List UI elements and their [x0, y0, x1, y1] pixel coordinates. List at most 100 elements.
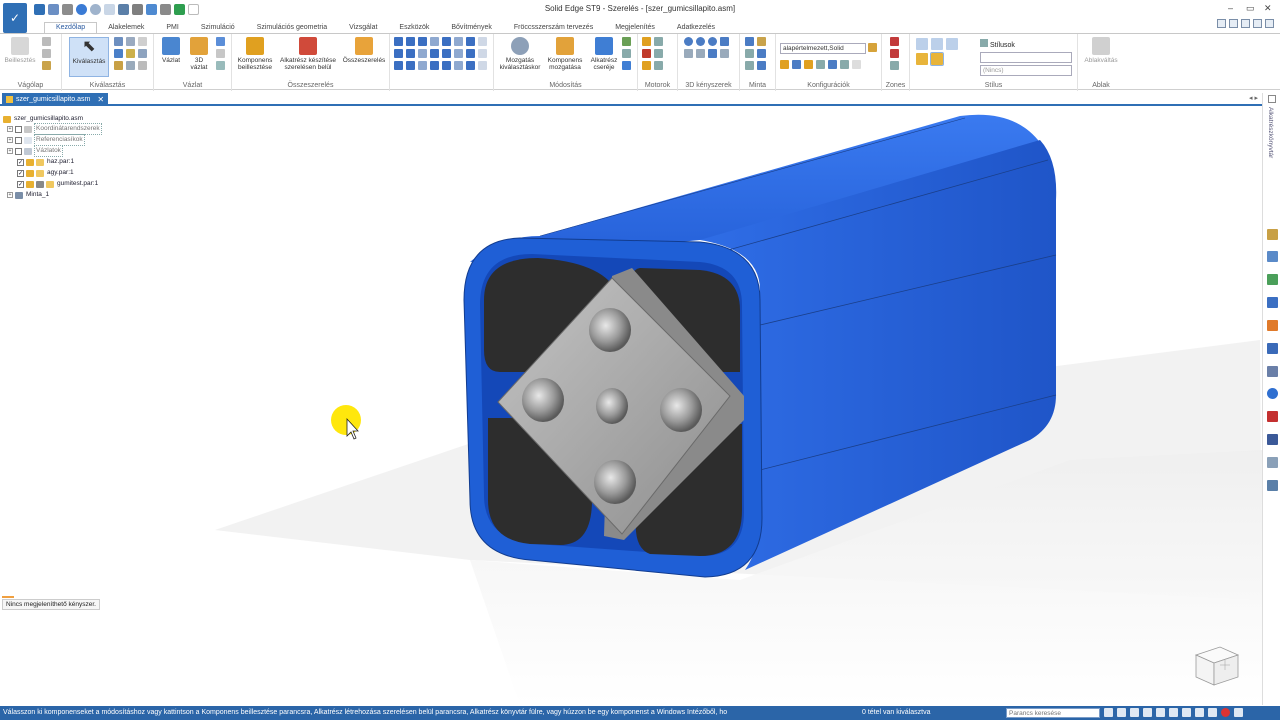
fit-icon[interactable]: [1143, 708, 1152, 717]
path-icon[interactable]: [418, 49, 427, 58]
select-mode-icon[interactable]: [126, 37, 135, 46]
flash-fit-icon[interactable]: [394, 61, 403, 70]
constraint-7-icon[interactable]: [708, 49, 717, 58]
config-7-icon[interactable]: [852, 60, 861, 69]
command-search-input[interactable]: [1006, 708, 1100, 718]
tab-alakelemek[interactable]: Alakelemek: [97, 23, 155, 33]
tree-item[interactable]: ✓ haz.par:1: [17, 157, 75, 167]
question-icon[interactable]: [1267, 388, 1278, 399]
format-icon[interactable]: [42, 61, 51, 70]
tree-item[interactable]: + Vázlatok: [7, 145, 63, 157]
tab-szimulacios-geometria[interactable]: Szimulációs geometria: [246, 23, 338, 33]
document-nav[interactable]: ◂ ▸: [1249, 94, 1258, 102]
constraint-icon[interactable]: [684, 37, 693, 46]
print-icon[interactable]: [62, 3, 73, 15]
tab-megjelenites[interactable]: Megjelenítés: [604, 23, 666, 33]
refresh-icon[interactable]: [138, 61, 147, 70]
redo-icon[interactable]: [90, 3, 101, 15]
tab-kezdolap[interactable]: Kezdőlap: [44, 22, 98, 33]
rotate-icon[interactable]: [1169, 708, 1178, 717]
gear-icon[interactable]: [406, 49, 415, 58]
pattern-2-icon[interactable]: [745, 61, 754, 70]
rigid-set-icon[interactable]: [454, 49, 463, 58]
rss-icon[interactable]: [1267, 320, 1278, 331]
ground-icon[interactable]: [442, 49, 451, 58]
help-panel-icon[interactable]: [1267, 297, 1278, 308]
visibility-checkbox[interactable]: ✓: [17, 169, 24, 177]
close-tab-icon[interactable]: ✕: [97, 95, 104, 104]
configuration-select[interactable]: alapértelmezett,Solid: [780, 43, 866, 54]
maximize-button[interactable]: ▭: [1246, 3, 1255, 14]
facebook-icon[interactable]: [1267, 434, 1278, 445]
graphics-viewport[interactable]: [0, 107, 1262, 705]
view-icon[interactable]: [1182, 708, 1191, 717]
tangent-icon[interactable]: [478, 37, 487, 46]
pattern-icon[interactable]: [745, 37, 754, 46]
minimize-button[interactable]: –: [1228, 3, 1233, 13]
relation-4-icon[interactable]: [430, 61, 439, 70]
relation-options-icon[interactable]: [478, 49, 487, 58]
parallel-icon[interactable]: [442, 37, 451, 46]
styles-button[interactable]: Stílusok: [980, 39, 1015, 49]
config-5-icon[interactable]: [828, 60, 837, 69]
modify-tool-2-icon[interactable]: [622, 49, 631, 58]
pattern-3-icon[interactable]: [757, 61, 766, 70]
view-style-2-icon[interactable]: [931, 38, 943, 50]
minimize-ribbon-icon[interactable]: [1241, 19, 1250, 28]
settings-panel-icon[interactable]: [1267, 480, 1278, 491]
relation-3-icon[interactable]: [418, 61, 427, 70]
select-button[interactable]: ⬉ Kiválasztás: [69, 37, 109, 77]
mate-icon[interactable]: [394, 37, 403, 46]
drag-component-button[interactable]: Mozgatás kiválasztáskor: [496, 37, 544, 71]
config-1-icon[interactable]: [780, 60, 789, 69]
view-style-1-icon[interactable]: [916, 38, 928, 50]
save-as-icon[interactable]: [48, 3, 59, 15]
sync-icon[interactable]: [174, 3, 185, 15]
relation-6-icon[interactable]: [454, 61, 463, 70]
customize-qat-icon[interactable]: [188, 3, 199, 15]
zoom-icon[interactable]: [1130, 708, 1139, 717]
planar-align-icon[interactable]: [406, 37, 415, 46]
config-3-icon[interactable]: [804, 60, 813, 69]
sketch-3d-button[interactable]: 3D vázlat: [186, 37, 212, 71]
modify-tool-3-icon[interactable]: [622, 61, 631, 70]
select-filter-icon[interactable]: [114, 37, 123, 46]
properties-icon[interactable]: [132, 3, 143, 15]
switch-window-button[interactable]: Ablakváltás: [1082, 37, 1120, 64]
constraint-3-icon[interactable]: [708, 37, 717, 46]
layers-icon[interactable]: [1267, 251, 1278, 262]
center-plane-icon[interactable]: [466, 49, 475, 58]
toggle-icon[interactable]: [126, 61, 135, 70]
config-2-icon[interactable]: [792, 60, 801, 69]
create-part-in-place-button[interactable]: Alkatrész készítése szerelésen belül: [277, 37, 339, 71]
record-icon[interactable]: [1221, 708, 1230, 717]
shaded-edges-icon[interactable]: [930, 52, 944, 66]
sketch-tool-icon[interactable]: [216, 37, 225, 46]
app-menu-button[interactable]: ✓: [3, 3, 27, 33]
match-cs-icon[interactable]: [430, 49, 439, 58]
axial-align-icon[interactable]: [418, 37, 427, 46]
new-document-icon[interactable]: [104, 3, 115, 15]
tree-item[interactable]: ✓ agy.par:1: [17, 168, 75, 178]
zoom-area-icon[interactable]: [1117, 708, 1126, 717]
nav-cube-icon[interactable]: [1194, 643, 1240, 687]
sketch-tool-2-icon[interactable]: [216, 49, 225, 58]
motor-icon[interactable]: [642, 37, 651, 46]
motor-5-icon[interactable]: [654, 61, 663, 70]
panel-icon[interactable]: [1267, 457, 1278, 468]
shaded-icon[interactable]: [916, 53, 928, 65]
relation-2-icon[interactable]: [406, 61, 415, 70]
sketch-tool-3-icon[interactable]: [216, 61, 225, 70]
tree-item[interactable]: + Koordinátarendszerek: [7, 123, 102, 135]
relation-7-icon[interactable]: [466, 61, 475, 70]
move-component-button[interactable]: Komponens mozgatása: [544, 37, 586, 71]
style-dropdown[interactable]: [980, 52, 1072, 63]
expand-icon[interactable]: +: [7, 148, 13, 154]
grid-icon[interactable]: [146, 3, 157, 15]
motor-3-icon[interactable]: [654, 49, 663, 58]
mirror-icon[interactable]: [757, 37, 766, 46]
zone-3-icon[interactable]: [890, 61, 899, 70]
document-tab[interactable]: szer_gumicsillapito.asm ✕: [2, 93, 109, 105]
apps-icon[interactable]: [1267, 366, 1278, 377]
filter-icon[interactable]: [114, 49, 123, 58]
